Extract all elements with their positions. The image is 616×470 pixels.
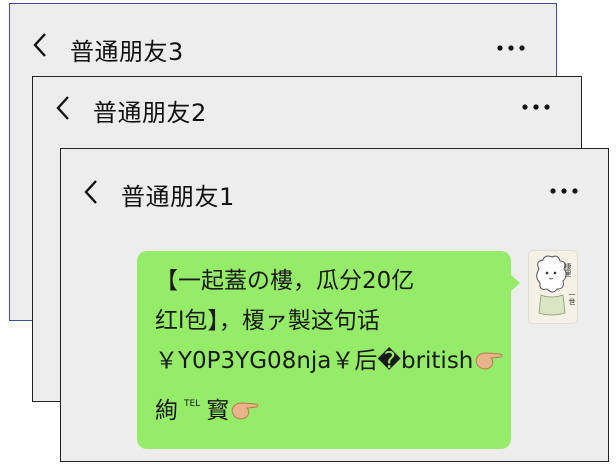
tel-symbol: TEL <box>184 399 201 409</box>
message-line: 【一起蓋の樓，瓜分20亿 <box>155 268 415 294</box>
avatar[interactable]: 棲里 一世 <box>529 251 577 323</box>
more-horizontal-icon[interactable] <box>549 187 579 197</box>
chat-window-1: 普通朋友1 【一起蓋の樓，瓜分20亿 红l包】，榎ァ製这句话 ￥Y0P3YG08… <box>60 148 609 462</box>
cartoon-avatar-icon <box>536 255 567 316</box>
pointing-hand-emoji <box>230 394 260 434</box>
message-line: 红l包】，榎ァ製这句话 <box>155 308 380 334</box>
message-text: 絢 <box>155 398 178 424</box>
message-line: 絢 TEL 寳 <box>155 384 497 434</box>
chevron-left-icon[interactable] <box>83 179 99 204</box>
message-bubble[interactable]: 【一起蓋の樓，瓜分20亿 红l包】，榎ァ製这句话 ￥Y0P3YG08nja￥后�… <box>137 251 511 449</box>
more-horizontal-icon[interactable] <box>521 103 551 113</box>
message-line: ￥Y0P3YG08nja￥后�british <box>155 341 503 384</box>
avatar-text: 一世 <box>568 291 576 305</box>
chat-title: 普通朋友1 <box>121 183 235 211</box>
chevron-left-icon[interactable] <box>55 95 71 120</box>
chevron-left-icon[interactable] <box>32 32 48 57</box>
more-horizontal-icon[interactable] <box>496 44 526 54</box>
pointing-hand-emoji <box>474 344 504 384</box>
chat-title: 普通朋友2 <box>93 99 207 127</box>
message-text: 寳 <box>206 398 230 424</box>
avatar-text: 棲里 <box>564 263 572 277</box>
chat-title: 普通朋友3 <box>70 38 184 66</box>
bubble-tail <box>511 275 520 291</box>
message-text: ￥Y0P3YG08nja￥后�british <box>155 348 474 374</box>
